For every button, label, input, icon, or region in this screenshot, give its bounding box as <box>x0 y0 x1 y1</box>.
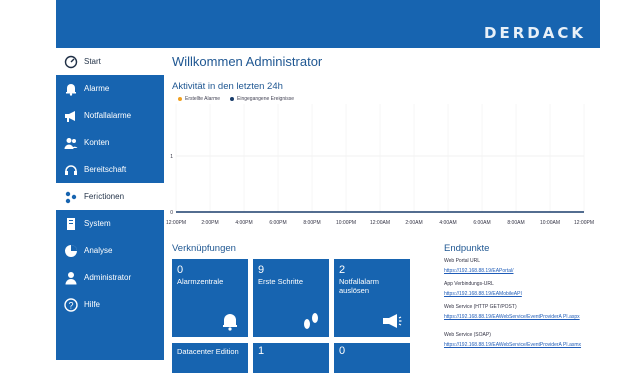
sidebar-item-label: Administrator <box>84 273 132 282</box>
x-tick-label: 12:00AM <box>370 220 390 226</box>
sidebar: Start Alarme Notfallalarme Konten Bereit… <box>56 48 164 360</box>
endpoint-label: Web Service (SOAP) <box>444 332 491 338</box>
tile-label: Datacenter Edition <box>177 347 239 356</box>
dashboard-icon <box>64 55 78 69</box>
derdack-logo: DERDACK <box>484 24 586 42</box>
top-bar: DERDACK <box>56 0 600 48</box>
x-tick-label: 6:00AM <box>473 220 490 226</box>
activity-chart: 01212:00PM2:00PM4:00PM6:00PM8:00PM10:00P… <box>166 104 594 226</box>
sidebar-item-label: System <box>84 219 111 228</box>
megaphone-icon <box>64 109 78 123</box>
tile-count: 1 <box>258 345 265 357</box>
sidebar-item-notfallalarme[interactable]: Notfallalarme <box>56 102 164 129</box>
x-tick-label: 6:00PM <box>269 220 286 226</box>
x-tick-label: 10:00AM <box>540 220 560 226</box>
legend-item-events: Eingegangene Ereignisse <box>230 96 294 102</box>
sidebar-item-administrator[interactable]: Administrator <box>56 264 164 291</box>
tile-bottom-3[interactable]: 0 <box>334 343 410 373</box>
x-tick-label: 8:00PM <box>303 220 320 226</box>
sidebar-item-hilfe[interactable]: ? Hilfe <box>56 291 164 318</box>
sidebar-item-funktionen[interactable]: Ferı̇ctionen <box>56 183 164 210</box>
y-tick-label: 0 <box>170 210 173 216</box>
sidebar-item-label: Start <box>84 57 101 66</box>
endpoint-label: App Verbindungs-URL <box>444 281 494 287</box>
sidebar-item-label: Alarme <box>84 84 110 93</box>
endpoint-app: App Verbindungs-URL https://192.168.88.1… <box>444 281 600 297</box>
sidebar-item-label: Hilfe <box>84 300 101 309</box>
tile-label: Erste Schritte <box>258 277 304 286</box>
sidebar-item-label: Konten <box>84 138 110 147</box>
endpoint-web-service-http: Web Service (HTTP GET/POST) https://192.… <box>444 304 600 320</box>
sidebar-item-start[interactable]: Start <box>56 48 164 75</box>
bell-icon <box>64 82 78 96</box>
megaphone-icon <box>383 314 402 328</box>
tile-label: Notfallalarm auslösen <box>339 277 380 295</box>
tile-count: 2 <box>339 264 346 276</box>
sidebar-item-konten[interactable]: Konten <box>56 129 164 156</box>
endpoint-link[interactable]: https://192.168.88.19/EAWebService/Event… <box>444 342 600 348</box>
footsteps-icon <box>304 313 318 329</box>
legend-item-alarms: Erstellte Alarme <box>178 96 220 102</box>
tile-notfallalarm[interactable]: 2 Notfallalarm auslösen <box>334 259 410 337</box>
endpoint-label: Web Service (HTTP GET/POST) <box>444 304 517 310</box>
endpoint-link[interactable]: https://192.168.88.19/EAMobileAPI <box>444 291 600 297</box>
main-content: Willkommen Administrator Aktivität in de… <box>164 48 600 373</box>
tile-bottom-2[interactable]: 1 <box>253 343 329 373</box>
sidebar-item-label: Notfallalarme <box>84 111 132 120</box>
endpoints-heading: Endpunkte <box>444 243 490 254</box>
endpoint-link[interactable]: https://192.168.88.19/EAWebService/Event… <box>444 314 600 320</box>
tile-count: 9 <box>258 264 265 276</box>
sidebar-item-analyse[interactable]: Analyse <box>56 237 164 264</box>
tile-erste-schritte[interactable]: 9 Erste Schritte <box>253 259 329 337</box>
svg-text:?: ? <box>68 300 73 310</box>
tile-count: 0 <box>177 264 184 276</box>
sidebar-item-bereitschaft[interactable]: Bereitschaft <box>56 156 164 183</box>
sidebar-item-label: Ferı̇ctionen <box>84 192 125 201</box>
bell-icon <box>223 314 237 331</box>
sidebar-item-label: Bereitschaft <box>84 165 127 174</box>
x-tick-label: 4:00AM <box>439 220 456 226</box>
endpoint-link[interactable]: https://192.168.88.19/EAPortal/ <box>444 268 600 274</box>
sidebar-item-label: Analyse <box>84 246 113 255</box>
y-tick-label: 1 <box>170 154 173 160</box>
tile-label: Alarmzentrale <box>177 277 224 286</box>
x-tick-label: 10:00PM <box>336 220 356 226</box>
app-window: DERDACK Start Alarme Notfallalarme Konte… <box>56 0 600 373</box>
users-icon <box>64 136 78 150</box>
pie-chart-icon <box>64 244 78 258</box>
page-title: Willkommen Administrator <box>172 54 323 69</box>
sidebar-item-system[interactable]: System <box>56 210 164 237</box>
functions-icon <box>64 190 78 204</box>
x-tick-label: 2:00PM <box>201 220 218 226</box>
x-tick-label: 12:00PM <box>574 220 594 226</box>
tile-alarmzentrale[interactable]: 0 Alarmzentrale <box>172 259 248 337</box>
links-heading: Verknüpfungen <box>172 243 236 254</box>
sidebar-item-alarme[interactable]: Alarme <box>56 75 164 102</box>
chart-heading: Aktivität in den letzten 24h <box>172 81 283 92</box>
help-icon: ? <box>64 297 78 312</box>
chart-legend: Erstellte Alarme Eingegangene Ereignisse <box>178 96 294 102</box>
tile-datacenter-edition[interactable]: Datacenter Edition <box>172 343 248 373</box>
x-tick-label: 4:00PM <box>235 220 252 226</box>
endpoint-web-portal: Web Portal URL https://192.168.88.19/EAP… <box>444 258 600 274</box>
x-tick-label: 2:00AM <box>405 220 422 226</box>
x-tick-label: 8:00AM <box>507 220 524 226</box>
tile-count: 0 <box>339 345 346 357</box>
x-tick-label: 12:00PM <box>166 220 186 226</box>
admin-icon <box>64 271 78 285</box>
headset-icon <box>64 163 78 177</box>
server-icon <box>64 217 78 231</box>
endpoint-web-service-soap: Web Service (SOAP) https://192.168.88.19… <box>444 332 600 348</box>
endpoint-label: Web Portal URL <box>444 258 481 264</box>
